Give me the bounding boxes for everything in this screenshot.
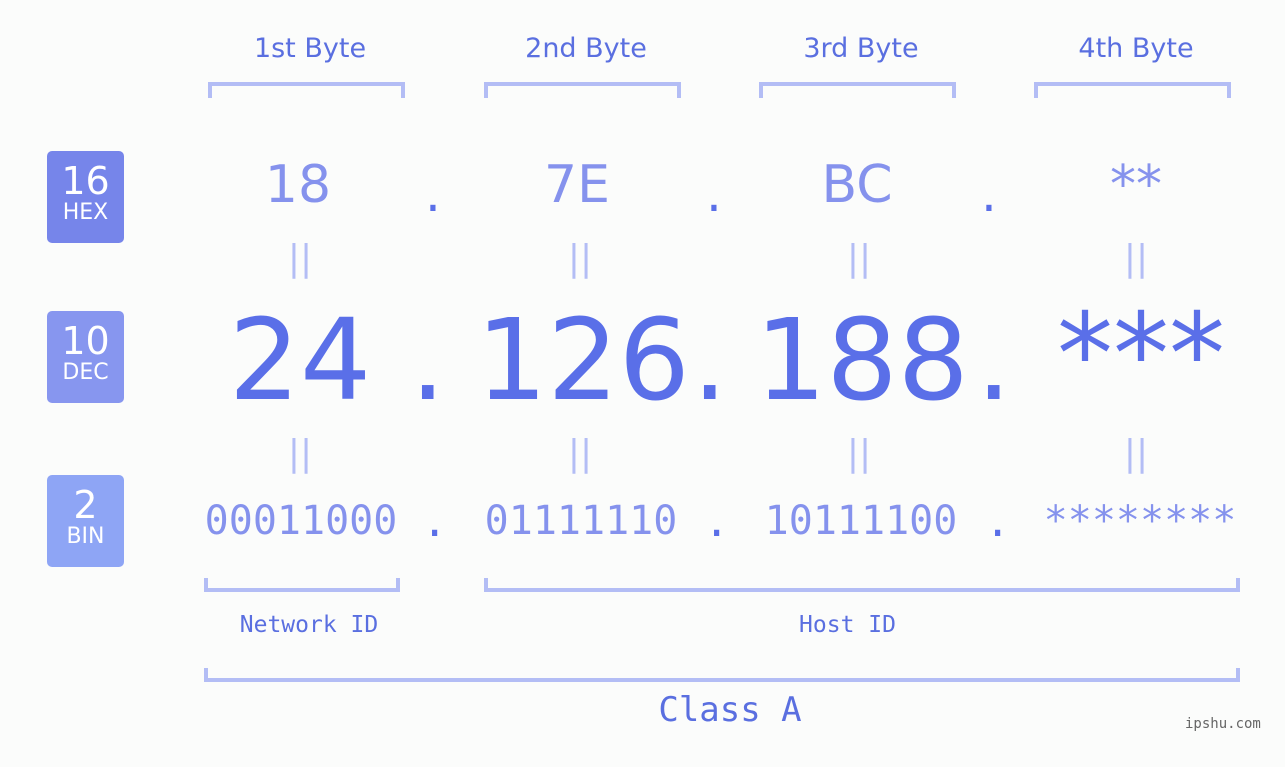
byte-bracket-2 [484,82,681,98]
hex-dot-2: . [706,165,722,223]
host-id-bracket [484,578,1240,592]
bin-byte-1: 00011000 [204,498,398,544]
hex-badge: 16 HEX [47,151,124,243]
equals-sign: || [287,238,313,279]
byte-header-3: 3rd Byte [803,33,919,64]
dec-byte-4: *** [1057,290,1225,420]
dec-byte-3: 188 [755,296,969,426]
bin-byte-2: 01111110 [484,498,678,544]
dec-base: 10 [61,319,110,363]
byte-header-4: 4th Byte [1078,33,1194,64]
dec-dot-1: . [410,296,446,426]
equals-sign: || [287,433,313,474]
equals-sign: || [846,433,872,474]
dec-badge: 10 DEC [47,311,124,403]
hex-label: HEX [62,200,109,225]
dec-dot-2: . [692,296,728,426]
class-bracket [204,668,1240,682]
bin-base: 2 [73,483,98,527]
bin-dot-3: . [985,497,1011,546]
bin-byte-3: 10111100 [764,498,958,544]
watermark: ipshu.com [1185,716,1261,732]
network-id-bracket [204,578,400,592]
byte-bracket-4 [1034,82,1231,98]
dec-byte-1: 24 [228,296,372,426]
dec-label: DEC [62,360,109,385]
hex-dot-3: . [981,165,997,223]
byte-header-2: 2nd Byte [525,33,647,64]
equals-sign: || [567,238,593,279]
hex-byte-3: BC [821,155,893,215]
dec-dot-3: . [976,296,1012,426]
bin-label: BIN [66,524,105,549]
equals-sign: || [846,238,872,279]
byte-header-1: 1st Byte [253,33,367,64]
bin-badge: 2 BIN [47,475,124,567]
hex-byte-2: 7E [544,155,610,215]
class-label: Class A [658,690,802,730]
bin-byte-4: ******** [1043,498,1237,544]
hex-base: 16 [61,159,110,203]
dec-byte-2: 126 [476,296,690,426]
bin-dot-2: . [704,497,730,546]
equals-sign: || [1123,238,1149,279]
host-id-label: Host ID [799,612,896,638]
byte-bracket-1 [208,82,405,98]
equals-sign: || [567,433,593,474]
bin-dot-1: . [422,497,448,546]
equals-sign: || [1123,433,1149,474]
hex-byte-1: 18 [264,155,332,215]
hex-dot-1: . [425,165,441,223]
network-id-label: Network ID [239,612,379,638]
byte-bracket-3 [759,82,956,98]
hex-byte-4: ** [1110,155,1162,215]
